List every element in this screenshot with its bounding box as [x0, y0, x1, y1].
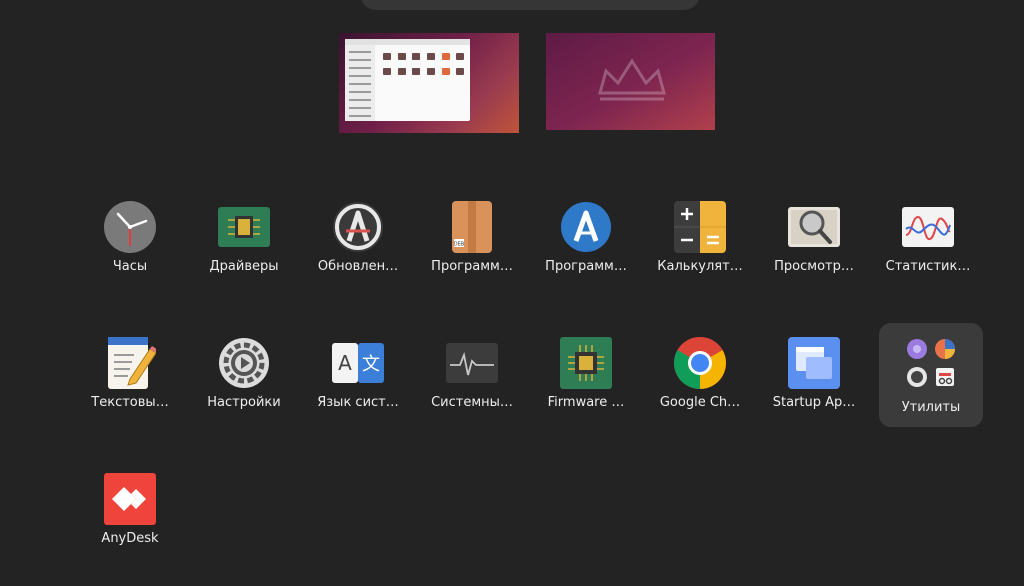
app-label: Текстовы…: [91, 395, 169, 410]
app-package-installer[interactable]: DEB Программ…: [420, 183, 524, 287]
folder-utilities[interactable]: Утилиты: [879, 323, 983, 427]
calculator-icon: [674, 201, 726, 253]
text-editor-icon: [108, 337, 156, 389]
firmware-chip-icon: [560, 337, 612, 389]
app-statistics[interactable]: Статистик…: [876, 183, 980, 287]
anydesk-icon: [104, 473, 156, 525]
package-installer-icon: DEB: [452, 201, 492, 253]
app-label: Системны…: [431, 395, 513, 410]
chrome-icon: [674, 337, 726, 389]
app-clock[interactable]: Часы: [78, 183, 182, 287]
crown-logo-icon: [598, 58, 666, 101]
app-label: Настройки: [207, 395, 281, 410]
app-label: Firmware …: [547, 395, 625, 410]
app-anydesk[interactable]: AnyDesk: [78, 455, 182, 559]
app-label: Программ…: [431, 259, 513, 274]
app-app-center[interactable]: Программ…: [534, 183, 638, 287]
search-bar[interactable]: [360, 0, 700, 10]
app-label: Часы: [112, 259, 148, 274]
language-icon: A 文: [332, 343, 384, 383]
settings-gear-icon: [219, 338, 269, 388]
app-startup-applications[interactable]: Startup Ap…: [762, 319, 866, 423]
chip-icon: [218, 207, 270, 247]
software-updater-icon: [333, 202, 383, 252]
app-label: Утилиты: [901, 400, 961, 415]
app-label: Обновлен…: [317, 259, 399, 274]
app-text-editor[interactable]: Текстовы…: [78, 319, 182, 423]
app-language[interactable]: A 文 Язык сист…: [306, 319, 410, 423]
app-settings[interactable]: Настройки: [192, 319, 296, 423]
workspace-thumbnail-2[interactable]: [546, 33, 715, 130]
app-software-updater[interactable]: Обновлен…: [306, 183, 410, 287]
app-image-viewer[interactable]: Просмотр…: [762, 183, 866, 287]
startup-apps-icon: [788, 337, 840, 389]
clock-icon: [104, 201, 156, 253]
image-viewer-icon: [788, 207, 840, 247]
app-label: Язык сист…: [317, 395, 399, 410]
system-monitor-icon: [446, 343, 498, 383]
app-drivers[interactable]: Драйверы: [192, 183, 296, 287]
svg-text:文: 文: [362, 354, 380, 375]
app-label: AnyDesk: [101, 531, 159, 546]
app-google-chrome[interactable]: Google Ch…: [648, 319, 752, 423]
app-label: Google Ch…: [659, 395, 741, 410]
app-label: Статистик…: [885, 259, 971, 274]
app-label: Startup Ap…: [772, 395, 856, 410]
mini-file-manager-window: [345, 39, 470, 121]
app-firmware[interactable]: Firmware …: [534, 319, 638, 423]
svg-text:DEB: DEB: [454, 242, 465, 248]
app-calculator[interactable]: Калькулят…: [648, 183, 752, 287]
app-center-icon: [561, 202, 611, 252]
workspace-thumbnail-1[interactable]: [339, 33, 519, 133]
app-label: Программ…: [545, 259, 627, 274]
app-label: Драйверы: [209, 259, 279, 274]
app-label: Просмотр…: [774, 259, 854, 274]
app-label: Калькулят…: [657, 259, 743, 274]
statistics-icon: [902, 207, 954, 247]
app-system-monitor[interactable]: Системны…: [420, 319, 524, 423]
svg-text:A: A: [338, 351, 352, 375]
folder-icon: [907, 339, 955, 387]
